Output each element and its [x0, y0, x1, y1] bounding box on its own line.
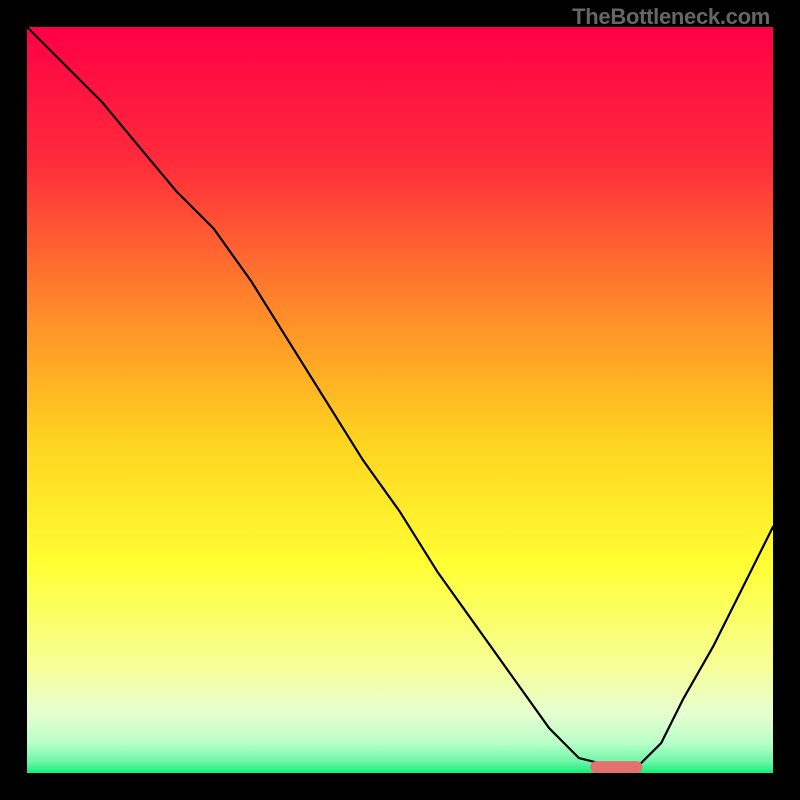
target-marker: [590, 761, 642, 773]
heatmap-background: [27, 27, 773, 773]
chart-svg: [27, 27, 773, 773]
plot-area: [27, 27, 773, 773]
chart-frame: TheBottleneck.com: [0, 0, 800, 800]
